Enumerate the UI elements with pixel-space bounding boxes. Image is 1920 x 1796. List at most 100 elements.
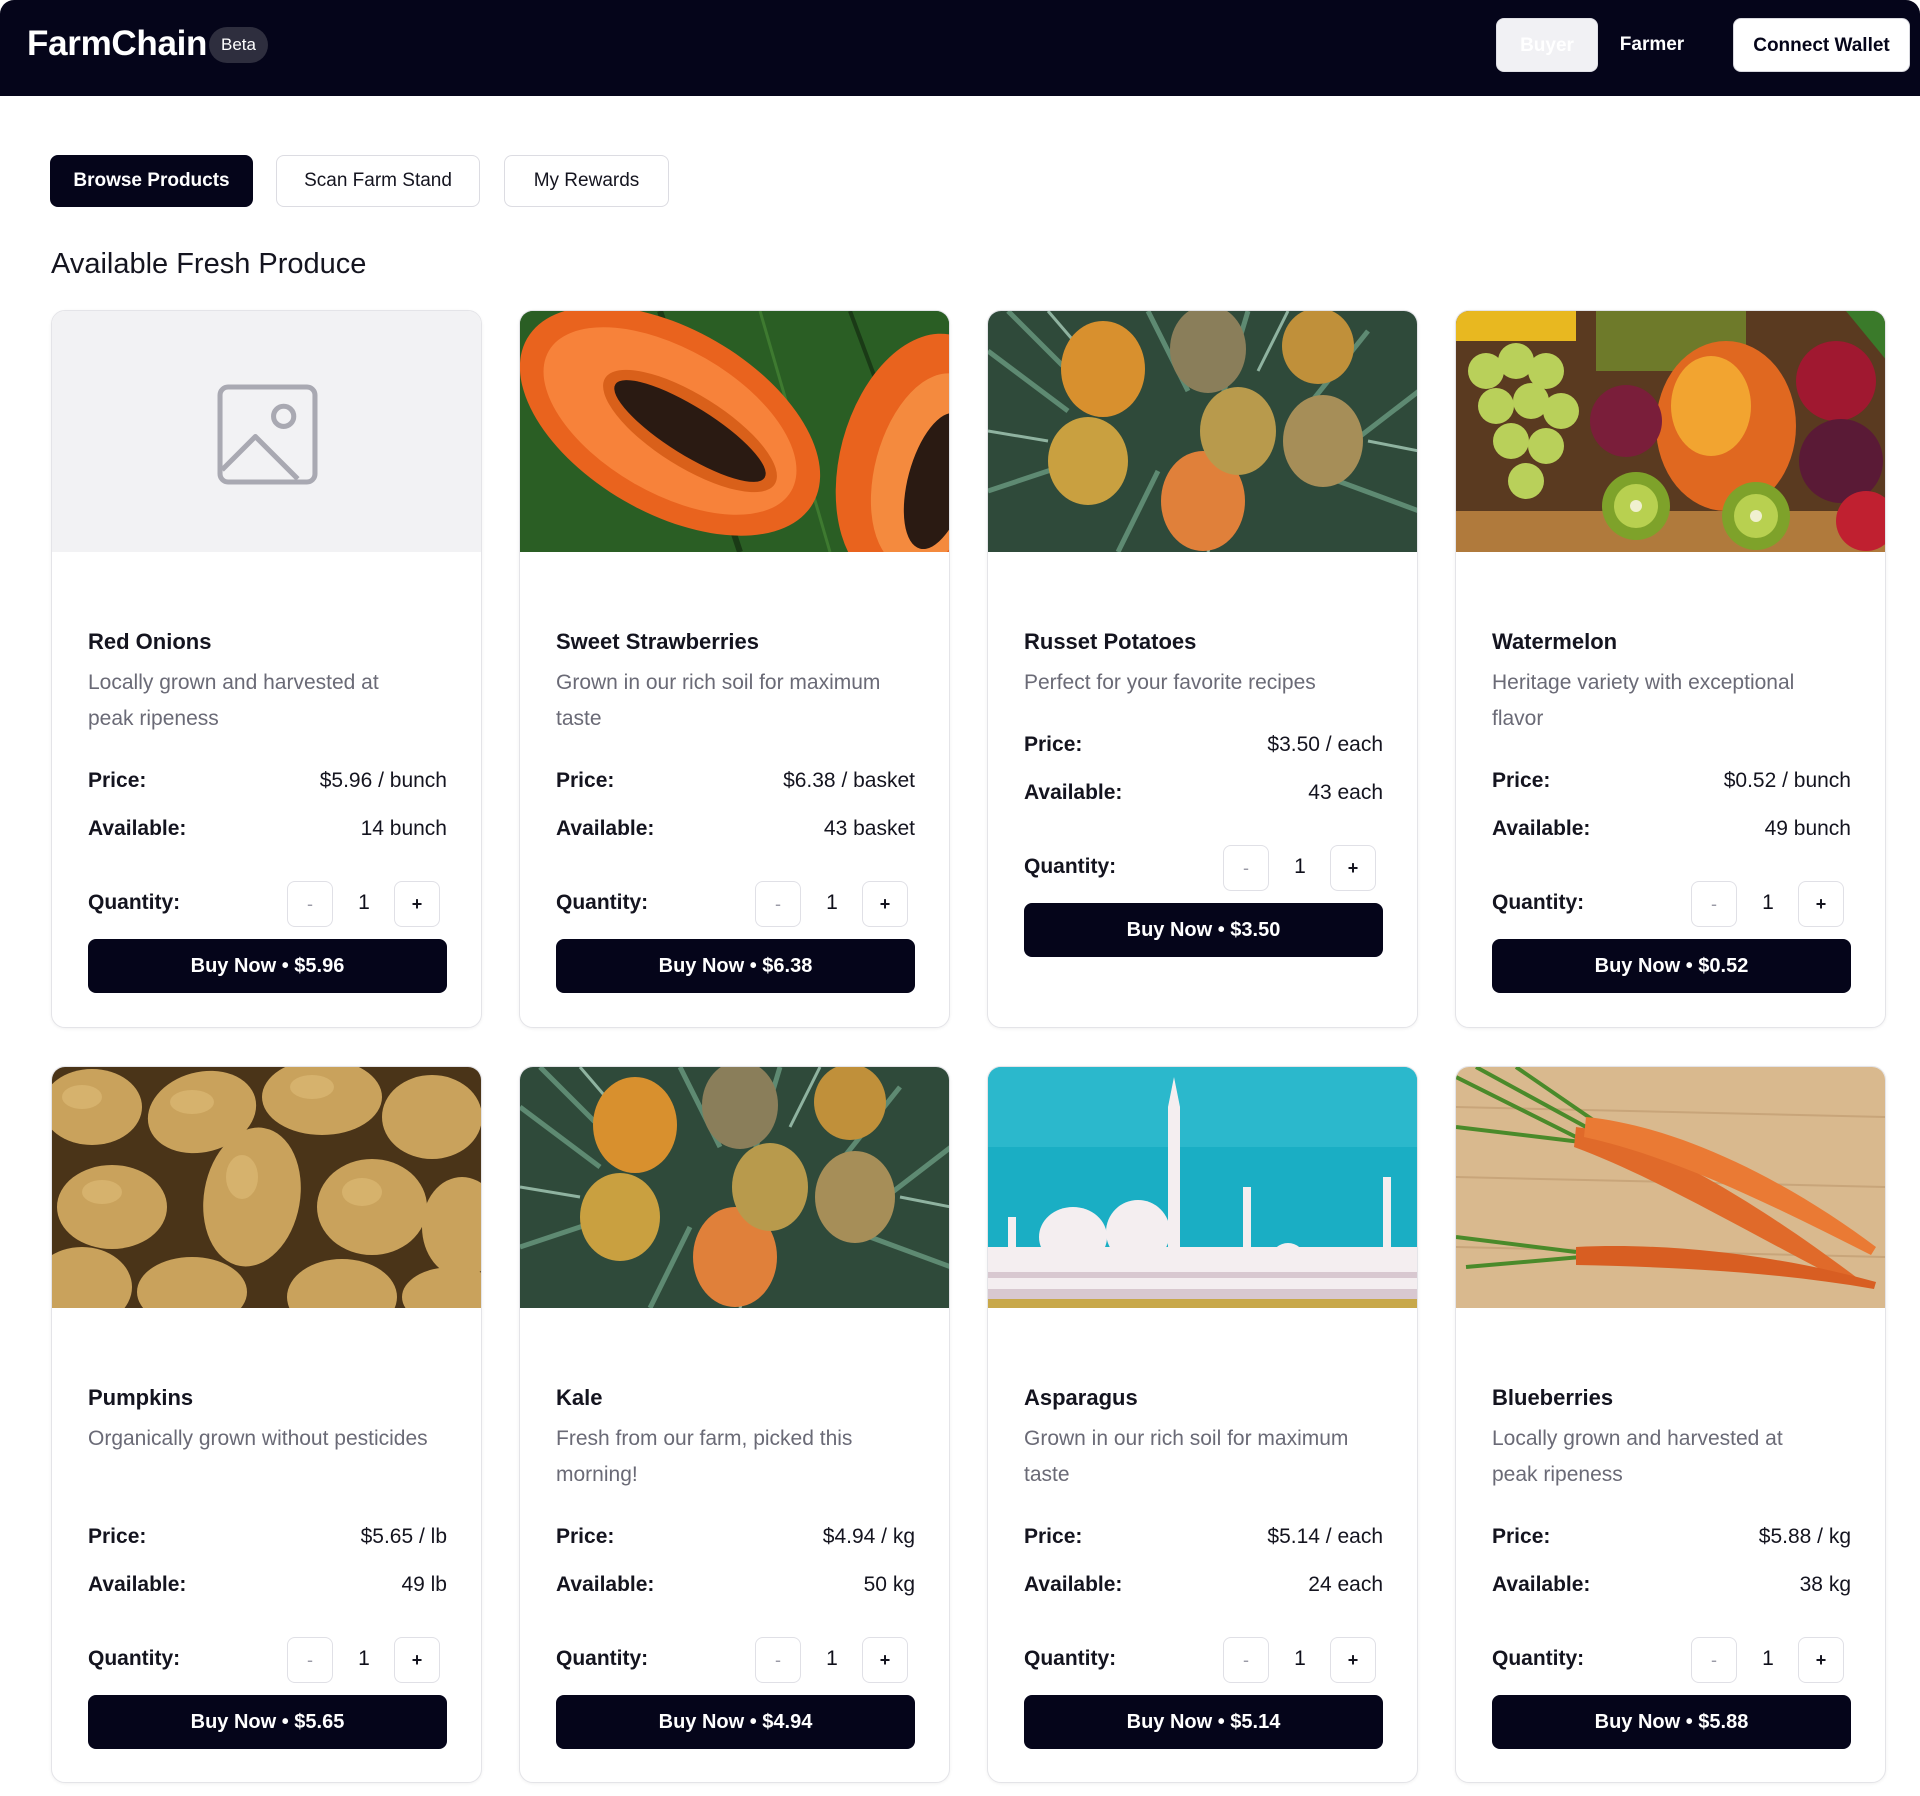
available-value: 24 each [1308,1573,1383,1596]
decrement-button[interactable]: - [287,881,333,927]
price-value: $5.65 / lb [360,1525,447,1548]
price-label: Price: [1024,1525,1083,1548]
buy-now-button[interactable]: Buy Now • $5.96 [88,939,447,993]
price-value: $3.50 / each [1267,733,1383,756]
available-row: Available: 49 bunch [1492,817,1851,847]
buy-now-button[interactable]: Buy Now • $4.94 [556,1695,915,1749]
available-label: Available: [1024,1573,1123,1596]
buy-now-button[interactable]: Buy Now • $5.65 [88,1695,447,1749]
available-label: Available: [1492,817,1591,840]
price-value: $5.14 / each [1267,1525,1383,1548]
product-description: Organically grown without pesticides [88,1427,428,1450]
tab-scan-farm-stand[interactable]: Scan Farm Stand [276,155,480,207]
decrement-button[interactable]: - [755,1637,801,1683]
available-value: 50 kg [863,1573,915,1596]
product-description: Locally grown and harvested at peak ripe… [88,671,379,730]
buy-now-button[interactable]: Buy Now • $6.38 [556,939,915,993]
available-row: Available: 38 kg [1492,1573,1851,1603]
product-name: Watermelon [1492,629,1618,654]
quantity-label: Quantity: [88,1647,181,1670]
buy-now-button[interactable]: Buy Now • $5.88 [1492,1695,1851,1749]
product-description: Perfect for your favorite recipes [1024,671,1316,694]
tab-browse-products[interactable]: Browse Products [50,155,253,207]
quantity-value: 1 [1762,891,1774,914]
price-row: Price: $4.94 / kg [556,1525,915,1555]
product-image [52,1067,481,1308]
quantity-value: 1 [358,1647,370,1670]
price-label: Price: [556,1525,615,1548]
product-card: Blueberries Locally grown and harvested … [1455,1066,1886,1783]
product-image [520,1067,949,1308]
quantity-value: 1 [358,891,370,914]
quantity-value: 1 [1294,855,1306,878]
buy-now-button[interactable]: Buy Now • $0.52 [1492,939,1851,993]
available-row: Available: 43 basket [556,817,915,847]
increment-button[interactable]: + [1798,1637,1844,1683]
increment-button[interactable]: + [862,1637,908,1683]
available-row: Available: 14 bunch [88,817,447,847]
product-description: Heritage variety with exceptional flavor [1492,671,1795,730]
decrement-button[interactable]: - [287,1637,333,1683]
beta-badge: Beta [209,27,268,63]
increment-button[interactable]: + [862,881,908,927]
increment-button[interactable]: + [1330,1637,1376,1683]
price-label: Price: [556,769,615,792]
available-value: 38 kg [1799,1573,1851,1596]
product-image [988,311,1417,552]
quantity-label: Quantity: [1024,1647,1117,1670]
price-value: $5.96 / bunch [319,769,447,792]
product-image-placeholder [52,311,481,552]
product-card: Russet Potatoes Perfect for your favorit… [987,310,1418,1028]
buy-now-button[interactable]: Buy Now • $3.50 [1024,903,1383,957]
product-name: Red Onions [88,629,212,654]
quantity-label: Quantity: [556,1647,649,1670]
product-name: Kale [556,1385,603,1410]
farmer-role-button[interactable]: Farmer [1606,18,1698,72]
buy-now-button[interactable]: Buy Now • $5.14 [1024,1695,1383,1749]
product-name: Pumpkins [88,1385,194,1410]
tab-my-rewards[interactable]: My Rewards [504,155,669,207]
quantity-stepper: Quantity: - 1 + [1492,881,1851,927]
mosque-photo [988,1067,1417,1308]
price-row: Price: $0.52 / bunch [1492,769,1851,799]
brand-logo[interactable]: FarmChain [27,24,207,64]
available-row: Available: 24 each [1024,1573,1383,1603]
buyer-role-button[interactable]: Buyer [1496,18,1598,72]
connect-wallet-button[interactable]: Connect Wallet [1733,18,1910,72]
quantity-stepper: Quantity: - 1 + [556,1637,915,1683]
decrement-button[interactable]: - [1223,1637,1269,1683]
decrement-button[interactable]: - [1691,881,1737,927]
product-card: Pumpkins Organically grown without pesti… [51,1066,482,1783]
decrement-button[interactable]: - [1691,1637,1737,1683]
increment-button[interactable]: + [394,881,440,927]
price-label: Price: [1492,769,1551,792]
quantity-label: Quantity: [88,891,181,914]
quantity-label: Quantity: [556,891,649,914]
increment-button[interactable]: + [394,1637,440,1683]
price-value: $0.52 / bunch [1723,769,1851,792]
quantity-stepper: Quantity: - 1 + [88,1637,447,1683]
product-image [1456,311,1885,552]
product-name: Russet Potatoes [1024,629,1197,654]
available-label: Available: [88,817,187,840]
decrement-button[interactable]: - [1223,845,1269,891]
product-card: Red Onions Locally grown and harvested a… [51,310,482,1028]
papaya-photo [520,311,949,552]
increment-button[interactable]: + [1798,881,1844,927]
decrement-button[interactable]: - [755,881,801,927]
price-label: Price: [88,769,147,792]
product-card: Asparagus Grown in our rich soil for max… [987,1066,1418,1783]
product-image [1456,1067,1885,1308]
quantity-stepper: Quantity: - 1 + [556,881,915,927]
quantity-value: 1 [826,1647,838,1670]
pineapples-photo [520,1067,949,1308]
product-description: Grown in our rich soil for maximum taste [1024,1427,1349,1486]
available-row: Available: 50 kg [556,1573,915,1603]
quantity-stepper: Quantity: - 1 + [1024,845,1383,891]
available-label: Available: [556,1573,655,1596]
quantity-stepper: Quantity: - 1 + [1492,1637,1851,1683]
section-title: Available Fresh Produce [51,248,367,280]
available-value: 43 each [1308,781,1383,804]
available-label: Available: [88,1573,187,1596]
increment-button[interactable]: + [1330,845,1376,891]
